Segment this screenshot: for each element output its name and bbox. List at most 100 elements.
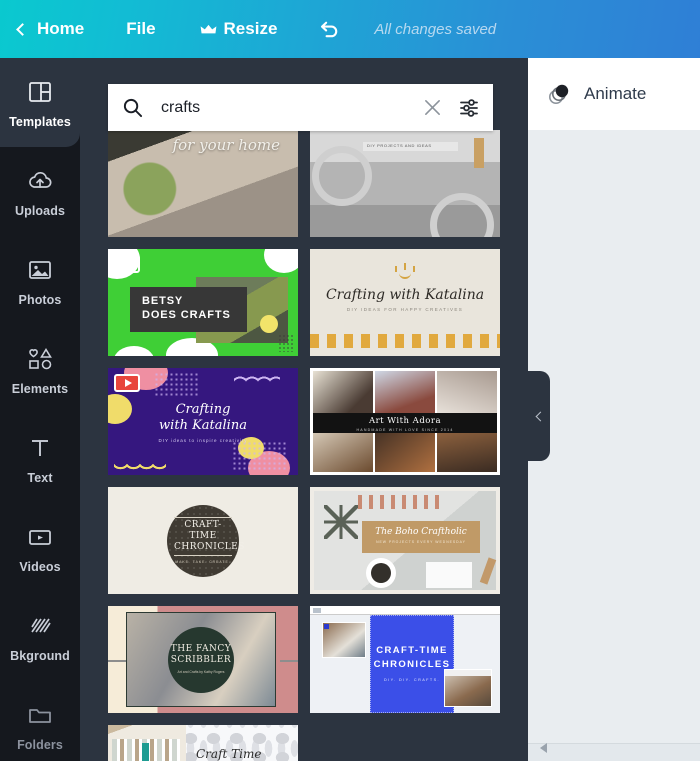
decor-sun-icon	[392, 263, 418, 279]
animate-toolbar: Animate	[528, 58, 700, 130]
scroll-left-arrow-icon[interactable]	[540, 743, 547, 753]
template-photo	[322, 622, 366, 658]
decor-ring	[312, 146, 372, 206]
sidebar-item-label: Videos	[19, 559, 61, 574]
sidebar-item-label: Text	[27, 470, 53, 485]
template-title: The Boho Craftholic	[375, 527, 467, 537]
decor-ring	[430, 193, 494, 237]
animate-circles-icon	[549, 84, 569, 104]
template-subtitle: MAKE. TAKE. CREATE.	[175, 560, 231, 565]
template-card[interactable]: The Boho Craftholic NEW PROJECTS EVERY W…	[310, 487, 500, 594]
template-title: Art With Adora	[368, 415, 442, 426]
template-thumbnail: DIY PROJECTS AND IDEAS	[310, 130, 500, 237]
sidebar-item-videos[interactable]: Videos	[0, 503, 80, 592]
top-toolbar: Home File Resize All changes saved	[0, 0, 700, 58]
template-row: Crafting with Katalina DIY ideas to inspi…	[108, 368, 500, 475]
decor-bunting	[358, 495, 444, 509]
template-title: CRAFT-TIME CHRONICLES	[174, 516, 244, 557]
template-thumbnail: CRAFT-TIME CHRONICLES DIY. DIY. CRAFTS.	[310, 606, 500, 713]
search-bar[interactable]	[108, 84, 493, 131]
template-title-line2: DOES CRAFTS	[142, 308, 231, 321]
template-title: DIY PROJECTS AND IDEAS	[367, 143, 432, 148]
search-input[interactable]	[143, 98, 423, 117]
sidebar-item-label: Bkground	[10, 648, 70, 663]
sidebar-item-folders[interactable]: Folders	[0, 681, 80, 761]
template-thumbnail: Crafting with Katalina DIY IDEAS FOR HAP…	[310, 249, 500, 356]
sidebar-item-label: Photos	[18, 292, 62, 307]
search-icon	[123, 98, 143, 118]
template-card[interactable]: Art With Adora HANDMADE WITH LOVE SINCE …	[310, 368, 500, 475]
sidebar-item-label: Elements	[11, 381, 69, 396]
sidebar-item-bkground[interactable]: Bkground	[0, 592, 80, 681]
file-label: File	[126, 19, 156, 38]
sidebar-item-label: Uploads	[14, 203, 65, 218]
sidebar-item-photos[interactable]: Photos	[0, 236, 80, 325]
sidebar-item-uploads[interactable]: Uploads	[0, 147, 80, 236]
template-card[interactable]: for your home	[108, 130, 298, 237]
sidebar-item-templates[interactable]: Templates	[0, 58, 80, 147]
cloud-upload-icon	[29, 171, 52, 188]
templates-icon	[29, 81, 51, 102]
template-card[interactable]: Crafting with Katalina DIY IDEAS FOR HAP…	[310, 249, 500, 356]
template-subtitle: Art and Crafts by Kathy Rogers	[177, 669, 225, 674]
template-card[interactable]: CRAFT-TIME CHRONICLES MAKE. TAKE. CREATE.	[108, 487, 298, 594]
horizontal-scrollbar[interactable]	[528, 743, 700, 761]
template-row: Craft TimeChronicles NEW IDEAS WEEKLY	[108, 725, 500, 761]
sidebar-item-elements[interactable]: Elements	[0, 325, 80, 414]
template-thumbnail: THE FANCY SCRIBBLER Art and Crafts by Kat…	[108, 606, 298, 713]
save-status-label: All changes saved	[374, 20, 497, 38]
template-subtitle: DIY. DIY. CRAFTS.	[384, 678, 440, 682]
template-card[interactable]: CRAFT-TIME CHRONICLES DIY. DIY. CRAFTS.	[310, 606, 500, 713]
template-thumbnail: for your home	[108, 130, 298, 237]
animate-label: Animate	[584, 84, 647, 103]
image-icon	[29, 260, 51, 279]
template-results-grid[interactable]: for your home DIY PROJECTS AND IDEAS BET…	[80, 130, 528, 761]
template-title: Craft TimeChronicles	[196, 747, 262, 761]
sidebar-item-text[interactable]: Text	[0, 414, 80, 503]
template-title-box: The Boho Craftholic NEW PROJECTS EVERY W…	[362, 521, 480, 553]
home-label: Home	[37, 19, 85, 38]
template-title-box: BETSY DOES CRAFTS	[130, 287, 247, 332]
template-title: Crafting with Katalina	[325, 287, 485, 303]
design-canvas[interactable]	[528, 130, 700, 761]
template-card[interactable]: BETSY DOES CRAFTS	[108, 249, 298, 356]
shapes-icon	[29, 347, 52, 369]
collapse-panel-button[interactable]	[528, 371, 550, 461]
decor-tool	[474, 138, 484, 168]
left-sidebar: Templates Uploads Photos Elements Text V…	[0, 58, 80, 761]
template-card[interactable]: Crafting with Katalina DIY ideas to inspi…	[108, 368, 298, 475]
template-photo	[444, 669, 492, 707]
template-title-box: Art With Adora HANDMADE WITH LOVE SINCE …	[313, 412, 497, 433]
undo-button[interactable]	[317, 17, 342, 42]
decor-strokes	[310, 334, 500, 348]
resize-button[interactable]: Resize	[200, 19, 277, 39]
template-title: CRAFT-TIME CHRONICLES	[373, 645, 451, 671]
template-subtitle: NEW PROJECTS EVERY WEDNESDAY	[376, 540, 466, 544]
decor-shelf	[108, 725, 186, 761]
template-card[interactable]: THE FANCY SCRIBBLER Art and Crafts by Kat…	[108, 606, 298, 713]
sidebar-item-label: Folders	[17, 737, 63, 752]
template-row: for your home DIY PROJECTS AND IDEAS	[108, 130, 500, 237]
text-t-icon	[32, 439, 48, 456]
filter-sliders-icon[interactable]	[458, 97, 480, 119]
undo-arrow-icon	[321, 21, 338, 37]
folder-icon	[29, 708, 51, 723]
close-x-icon[interactable]	[423, 98, 442, 117]
file-menu-button[interactable]: File	[126, 19, 155, 39]
video-play-badge	[114, 255, 140, 273]
editor-canvas-region: Animate	[528, 58, 700, 761]
templates-panel: for your home DIY PROJECTS AND IDEAS	[80, 58, 528, 761]
canva-editor-window: Home File Resize All changes saved Templ…	[0, 0, 700, 761]
sidebar-item-label: Templates	[9, 114, 71, 129]
crown-icon	[200, 24, 216, 33]
template-subtitle: HANDMADE WITH LOVE SINCE 2014	[356, 427, 454, 432]
home-button[interactable]: Home	[16, 19, 85, 39]
template-title: Crafting with Katalina	[159, 402, 247, 434]
template-row: BETSY DOES CRAFTS Crafting with Katalina…	[108, 249, 500, 356]
video-icon	[29, 529, 51, 545]
template-row: THE FANCY SCRIBBLER Art and Crafts by Kat…	[108, 606, 500, 713]
template-card[interactable]: DIY PROJECTS AND IDEAS	[310, 130, 500, 237]
template-title: for your home	[172, 136, 281, 154]
template-card[interactable]: Craft TimeChronicles NEW IDEAS WEEKLY	[108, 725, 298, 761]
chevron-left-icon	[535, 411, 546, 421]
